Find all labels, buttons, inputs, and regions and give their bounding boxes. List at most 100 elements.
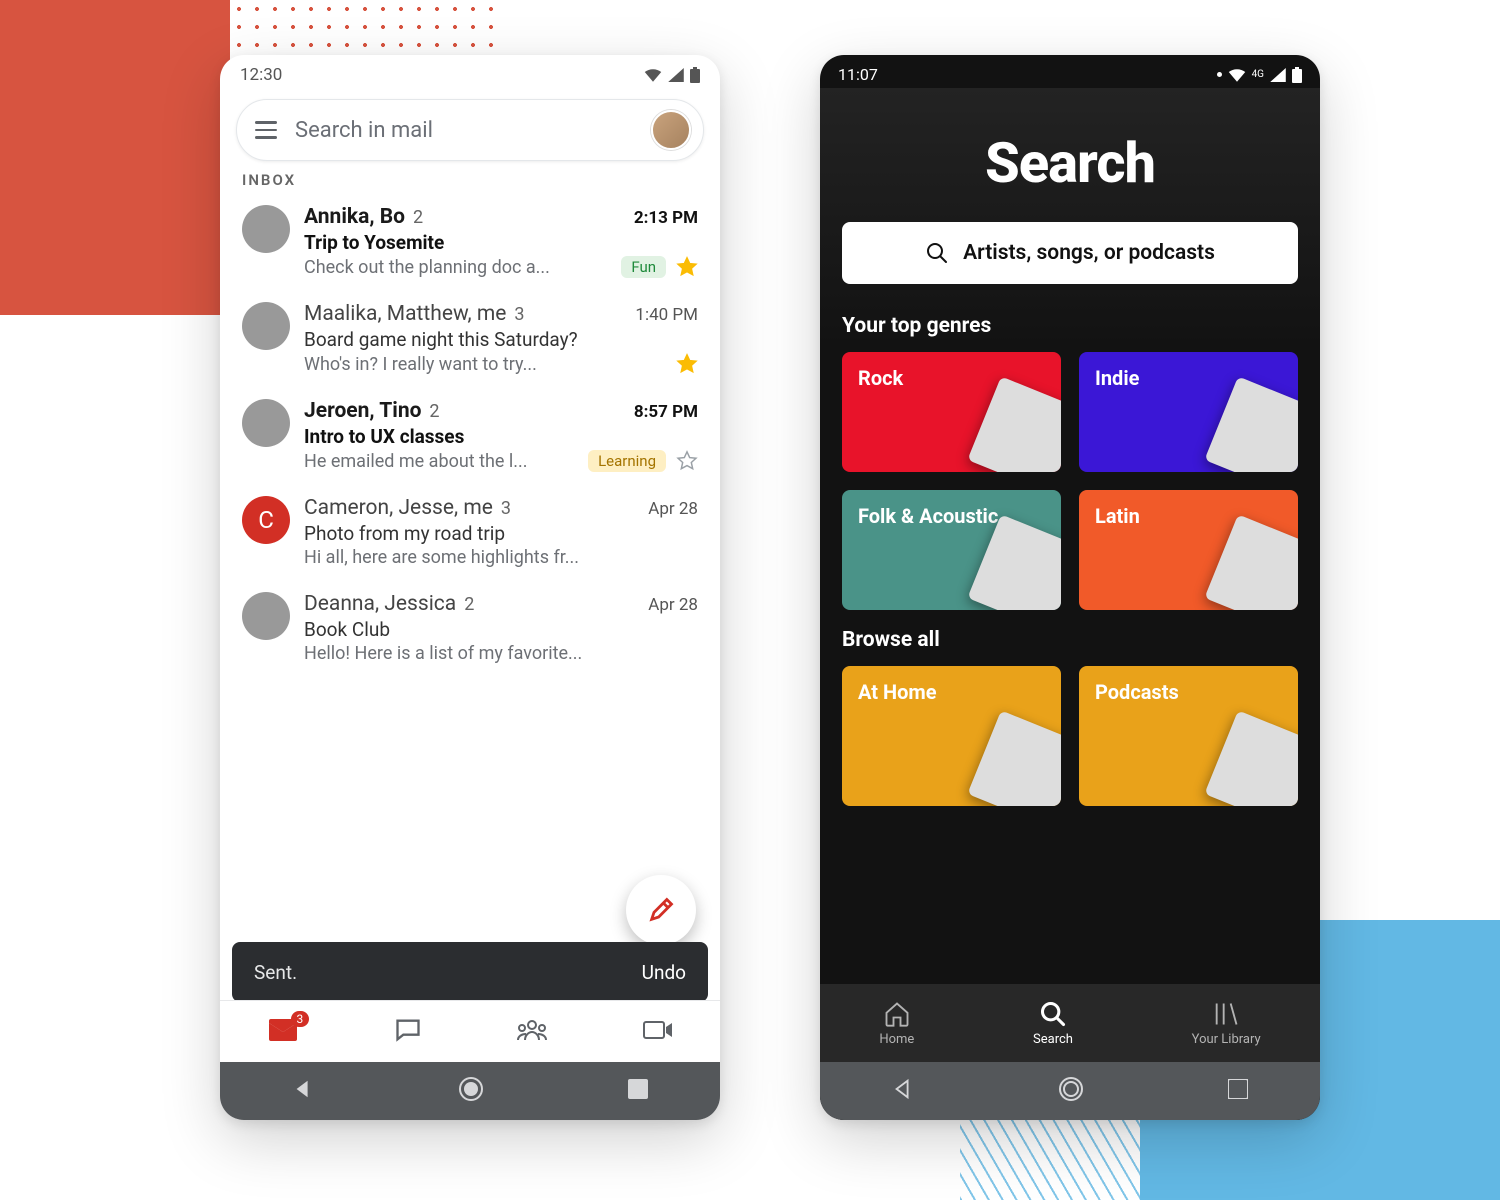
account-avatar[interactable]: [651, 110, 691, 150]
status-bar: 12:30: [220, 55, 720, 91]
thread-snippet: Hello! Here is a list of my favorite...: [304, 643, 698, 664]
thread[interactable]: Annika, Bo 2 2:13 PM Trip to Yosemite Ch…: [230, 195, 710, 292]
status-time: 11:07: [838, 65, 878, 84]
thread-avatar: [242, 205, 290, 253]
thread-chip: Fun: [621, 256, 666, 278]
tab-meet[interactable]: [643, 1019, 673, 1045]
gmail-phone-frame: 12:30 Search in mail INBOX Annika, Bo 2 …: [220, 55, 720, 1120]
thread-snippet: Hi all, here are some highlights fr...: [304, 547, 698, 568]
thread-subject: Intro to UX classes: [304, 425, 698, 448]
chat-icon: [394, 1016, 422, 1044]
signal-icon: [668, 68, 684, 82]
android-nav-bar: [820, 1062, 1320, 1120]
mail-badge: 3: [291, 1011, 310, 1027]
tile-art: [1204, 710, 1298, 806]
tab-chat[interactable]: [394, 1016, 422, 1048]
thread-time: 8:57 PM: [634, 402, 698, 422]
wifi-icon: [1228, 68, 1246, 82]
thread[interactable]: Deanna, Jessica 2 Apr 28 Book Club Hello…: [230, 582, 710, 678]
genre-tile[interactable]: At Home: [842, 666, 1061, 806]
tab-spaces[interactable]: [516, 1018, 548, 1046]
thread-time: 1:40 PM: [635, 305, 698, 325]
genre-tile[interactable]: Podcasts: [1079, 666, 1298, 806]
thread-time: Apr 28: [648, 595, 698, 615]
genre-tile[interactable]: Folk & Acoustic: [842, 490, 1061, 610]
bottom-tabs: Home Search Your Library: [820, 984, 1320, 1062]
search-placeholder: Search in mail: [295, 118, 633, 143]
tab-home[interactable]: Home: [879, 1000, 914, 1047]
spotify-phone-frame: 11:07 4G Search Artists, songs, or podca…: [820, 55, 1320, 1120]
network-label: 4G: [1252, 69, 1264, 80]
nav-recent[interactable]: [1228, 1079, 1248, 1103]
tile-label: Latin: [1095, 504, 1140, 528]
compose-fab[interactable]: [626, 875, 696, 945]
genre-tile[interactable]: Indie: [1079, 352, 1298, 472]
thread[interactable]: Maalika, Matthew, me 3 1:40 PM Board gam…: [230, 292, 710, 389]
thread-chip: Learning: [588, 450, 666, 472]
thread-senders: Annika, Bo: [304, 205, 405, 229]
android-nav-bar: [220, 1062, 720, 1120]
inbox-section-label: INBOX: [220, 171, 720, 195]
search-bar[interactable]: Search in mail: [236, 99, 704, 161]
thread-subject: Trip to Yosemite: [304, 231, 698, 254]
tab-search-label: Search: [1033, 1032, 1073, 1047]
bottom-tabs: 3: [220, 1000, 720, 1062]
star-icon[interactable]: [676, 450, 698, 472]
status-bar: 11:07 4G: [820, 55, 1320, 88]
status-dot: [1217, 72, 1222, 77]
tile-art: [967, 376, 1061, 472]
tile-art: [1204, 376, 1298, 472]
tile-label: Rock: [858, 366, 903, 390]
snackbar-undo[interactable]: Undo: [642, 961, 686, 984]
thread-avatar: [242, 592, 290, 640]
search-placeholder: Artists, songs, or podcasts: [963, 241, 1215, 265]
signal-icon: [1270, 68, 1286, 82]
status-icons: [644, 67, 700, 83]
thread-snippet: He emailed me about the l...: [304, 451, 578, 472]
tile-label: Folk & Acoustic: [858, 504, 998, 528]
tab-mail[interactable]: 3: [267, 1017, 299, 1047]
library-icon: [1212, 1000, 1240, 1028]
thread-subject: Book Club: [304, 618, 698, 641]
genre-tile[interactable]: Latin: [1079, 490, 1298, 610]
thread-avatar: [242, 302, 290, 350]
tile-art: [967, 514, 1061, 610]
genre-tile[interactable]: Rock: [842, 352, 1061, 472]
pencil-icon: [647, 896, 675, 924]
star-icon[interactable]: [676, 256, 698, 278]
nav-recent[interactable]: [628, 1079, 648, 1103]
nav-home[interactable]: [1058, 1076, 1084, 1106]
thread-subject: Board game night this Saturday?: [304, 328, 698, 351]
thread-count: 3: [501, 498, 511, 519]
browse-all-section: Browse all At Home Podcasts: [820, 628, 1320, 806]
search-bar[interactable]: Artists, songs, or podcasts: [842, 222, 1298, 284]
thread-snippet: Check out the planning doc a...: [304, 257, 611, 278]
thread-count: 2: [413, 207, 423, 228]
thread-senders: Deanna, Jessica: [304, 592, 456, 616]
thread[interactable]: Jeroen, Tino 2 8:57 PM Intro to UX class…: [230, 389, 710, 486]
star-icon[interactable]: [676, 353, 698, 375]
nav-home[interactable]: [458, 1076, 484, 1106]
thread-time: Apr 28: [648, 499, 698, 519]
tile-label: At Home: [858, 680, 937, 704]
thread[interactable]: C Cameron, Jesse, me 3 Apr 28 Photo from…: [230, 486, 710, 582]
thread-senders: Maalika, Matthew, me: [304, 302, 506, 326]
tile-art: [967, 710, 1061, 806]
thread-snippet: Who's in? I really want to try...: [304, 354, 666, 375]
tab-library[interactable]: Your Library: [1192, 1000, 1261, 1047]
video-icon: [643, 1019, 673, 1041]
nav-back[interactable]: [292, 1078, 314, 1104]
thread-avatar: C: [242, 496, 290, 544]
thread-count: 2: [464, 594, 474, 615]
battery-icon: [1292, 67, 1302, 83]
search-icon: [925, 241, 949, 265]
nav-back[interactable]: [892, 1078, 914, 1104]
thread-time: 2:13 PM: [634, 208, 698, 228]
browse-all-label: Browse all: [842, 628, 1298, 652]
tab-library-label: Your Library: [1192, 1032, 1261, 1047]
menu-icon[interactable]: [255, 121, 277, 139]
tab-search[interactable]: Search: [1033, 1000, 1073, 1047]
home-icon: [883, 1000, 911, 1028]
top-genres-section: Your top genres RockIndieFolk & Acoustic…: [820, 314, 1320, 610]
page-title: Search: [820, 88, 1320, 222]
